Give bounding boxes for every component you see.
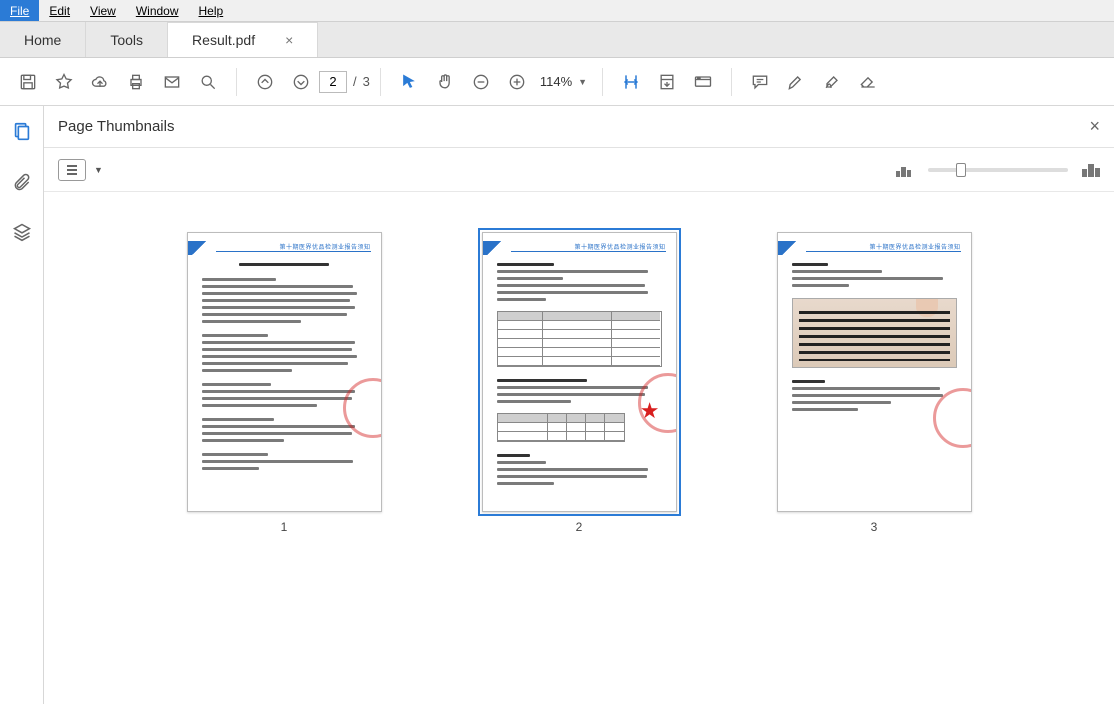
- tab-document[interactable]: Result.pdf ×: [168, 22, 318, 57]
- panel-options-button[interactable]: [58, 159, 86, 181]
- comment-button[interactable]: [742, 64, 778, 100]
- toolbar-separator: [236, 68, 237, 96]
- tab-document-label: Result.pdf: [192, 32, 255, 48]
- thumb-size-large-icon[interactable]: [1082, 163, 1100, 177]
- tab-home[interactable]: Home: [0, 22, 86, 57]
- table-preview: [497, 413, 626, 442]
- menu-help-label: Help: [199, 4, 224, 18]
- panel-toolbar: ▼: [44, 148, 1114, 192]
- highlight-button[interactable]: [778, 64, 814, 100]
- tab-tools-label: Tools: [110, 32, 143, 48]
- page-down-button[interactable]: [283, 64, 319, 100]
- page-preview: 第十期医界优品检测业报告须知: [187, 232, 382, 512]
- menu-view-label: View: [90, 4, 116, 18]
- page-indicator: / 3: [319, 71, 370, 93]
- page-header-text: 第十期医界优品检测业报告须知: [216, 242, 371, 252]
- page-header-text: 第十期医界优品检测业报告须知: [806, 242, 961, 252]
- toolbar-separator: [602, 68, 603, 96]
- thumbnails-panel: Page Thumbnails × ▼ 第十期医界优品检测业报告须知: [44, 106, 1114, 704]
- zoom-out-button[interactable]: [463, 64, 499, 100]
- mail-button[interactable]: [154, 64, 190, 100]
- tab-tools[interactable]: Tools: [86, 22, 168, 57]
- page-preview: 第十期医界优品检测业报告须知: [482, 232, 677, 512]
- tab-home-label: Home: [24, 32, 61, 48]
- menu-file-label: File: [10, 4, 29, 18]
- thumbnail-page-3[interactable]: 第十期医界优品检测业报告须知: [777, 232, 972, 534]
- select-tool-button[interactable]: [391, 64, 427, 100]
- print-button[interactable]: [118, 64, 154, 100]
- page-preview: 第十期医界优品检测业报告须知: [777, 232, 972, 512]
- page-total: 3: [363, 74, 370, 89]
- photo-preview: [792, 298, 957, 368]
- erase-button[interactable]: [850, 64, 886, 100]
- thumbnail-number: 2: [576, 520, 583, 534]
- thumb-size-small-icon[interactable]: [896, 163, 914, 177]
- attachments-nav-button[interactable]: [8, 168, 36, 196]
- menu-file[interactable]: File: [0, 0, 39, 21]
- panel-close-button[interactable]: ×: [1089, 116, 1100, 137]
- side-nav: [0, 106, 44, 704]
- toolbar: / 3 114% ▼: [0, 58, 1114, 106]
- fit-width-button[interactable]: [613, 64, 649, 100]
- fit-page-button[interactable]: [649, 64, 685, 100]
- tab-bar: Home Tools Result.pdf ×: [0, 22, 1114, 58]
- menu-help[interactable]: Help: [189, 0, 234, 21]
- menu-window[interactable]: Window: [126, 0, 189, 21]
- tab-close-icon[interactable]: ×: [285, 32, 293, 48]
- thumbnail-number: 3: [871, 520, 878, 534]
- menu-window-label: Window: [136, 4, 179, 18]
- panel-header: Page Thumbnails ×: [44, 106, 1114, 148]
- toolbar-separator: [731, 68, 732, 96]
- thumbnails-nav-button[interactable]: [8, 118, 36, 146]
- sign-button[interactable]: [814, 64, 850, 100]
- slider-thumb[interactable]: [956, 163, 966, 177]
- zoom-value: 114%: [540, 74, 572, 89]
- main-area: Page Thumbnails × ▼ 第十期医界优品检测业报告须知: [0, 106, 1114, 704]
- chevron-down-icon: ▼: [94, 165, 103, 175]
- read-mode-button[interactable]: [685, 64, 721, 100]
- toolbar-separator: [380, 68, 381, 96]
- cloud-button[interactable]: [82, 64, 118, 100]
- thumbnail-number: 1: [281, 520, 288, 534]
- menu-view[interactable]: View: [80, 0, 126, 21]
- page-header-text: 第十期医界优品检测业报告须知: [511, 242, 666, 252]
- page-separator: /: [353, 74, 357, 89]
- page-up-button[interactable]: [247, 64, 283, 100]
- chevron-down-icon: ▼: [578, 77, 587, 87]
- thumbnail-page-1[interactable]: 第十期医界优品检测业报告须知: [187, 232, 382, 534]
- zoom-in-button[interactable]: [499, 64, 535, 100]
- zoom-select[interactable]: 114% ▼: [535, 71, 592, 92]
- thumb-size-slider[interactable]: [928, 168, 1068, 172]
- menu-edit[interactable]: Edit: [39, 0, 80, 21]
- menu-bar: File Edit View Window Help: [0, 0, 1114, 22]
- find-button[interactable]: [190, 64, 226, 100]
- table-preview: [497, 311, 662, 367]
- page-current-input[interactable]: [319, 71, 347, 93]
- thumbnail-page-2[interactable]: 第十期医界优品检测业报告须知: [482, 232, 677, 534]
- menu-edit-label: Edit: [49, 4, 70, 18]
- panel-title: Page Thumbnails: [58, 118, 174, 135]
- layers-nav-button[interactable]: [8, 218, 36, 246]
- star-button[interactable]: [46, 64, 82, 100]
- hand-tool-button[interactable]: [427, 64, 463, 100]
- save-button[interactable]: [10, 64, 46, 100]
- thumbnails-container: 第十期医界优品检测业报告须知: [44, 192, 1114, 704]
